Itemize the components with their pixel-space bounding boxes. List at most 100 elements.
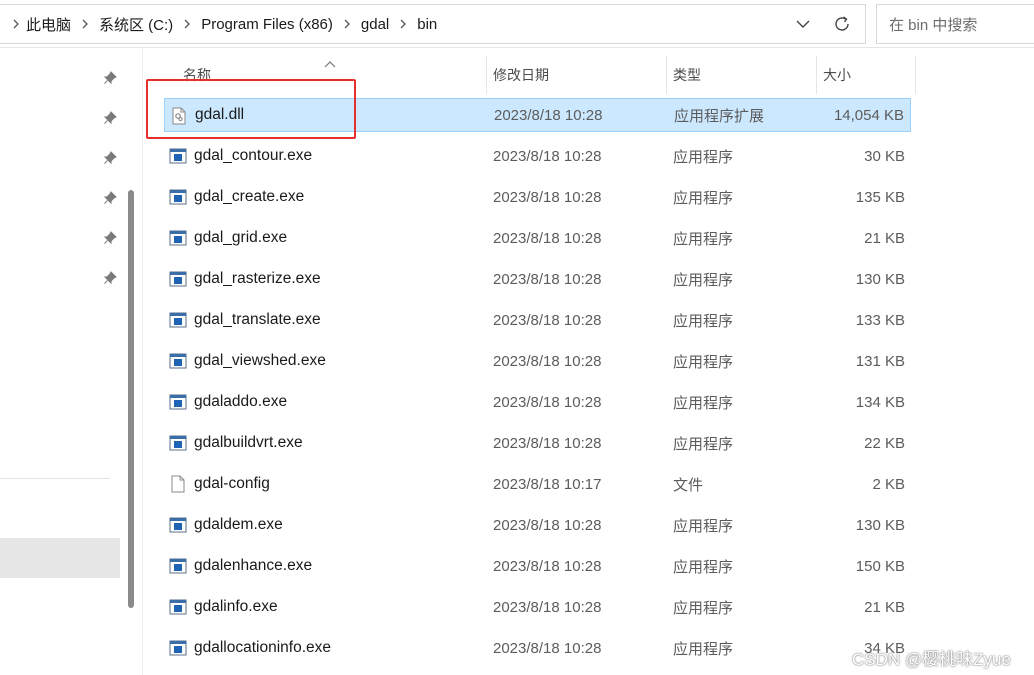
file-size: 2 KB [872,475,905,493]
chevron-down-icon[interactable] [793,14,813,34]
pin-icon[interactable] [103,151,117,165]
column-header-type[interactable]: 类型 [673,56,701,94]
file-type: 应用程序 [673,271,734,289]
file-row[interactable]: gdal_contour.exe 2023/8/18 10:28 应用程序 30 KB [164,139,911,173]
file-type: 应用程序 [673,558,734,576]
file-row[interactable]: gdalinfo.exe 2023/8/18 10:28 应用程序 21 KB [164,590,911,624]
file-row[interactable]: gdallocationinfo.exe 2023/8/18 10:28 应用程序 3… [164,631,911,665]
chevron-right-icon[interactable] [343,18,351,30]
file-name: gdalinfo.exe [194,598,278,615]
nav-selected-item[interactable] [0,538,120,578]
column-divider[interactable] [666,56,667,94]
file-name: gdal_create.exe [194,188,305,205]
file-size: 14,054 KB [833,106,904,124]
file-name: gdal_translate.exe [194,311,321,328]
pane-divider [142,48,143,675]
file-name: gdallocationinfo.exe [194,639,332,656]
exe-file-icon [169,393,187,411]
search-input[interactable]: 在 bin 中搜索 [876,4,1034,44]
file-size: 21 KB [864,229,905,247]
file-type: 应用程序 [673,230,734,248]
file-type: 应用程序 [673,517,734,535]
exe-file-icon [169,147,187,165]
breadcrumb-item-program-files[interactable]: Program Files (x86) [201,16,333,33]
pin-icon[interactable] [103,71,117,85]
refresh-icon[interactable] [831,13,853,35]
column-divider[interactable] [486,56,487,94]
exe-file-icon [169,516,187,534]
chevron-right-icon[interactable] [399,18,407,30]
pin-icon[interactable] [103,231,117,245]
file-size: 22 KB [864,434,905,452]
file-type: 文件 [673,476,704,494]
pin-icon[interactable] [103,111,117,125]
file-row[interactable]: gdaldem.exe 2023/8/18 10:28 应用程序 130 KB [164,508,911,542]
file-modified-date: 2023/8/18 10:28 [494,106,603,124]
breadcrumb-item-system-drive[interactable]: 系统区 (C:) [99,14,173,35]
exe-file-icon [169,639,187,657]
file-name: gdalenhance.exe [194,557,313,574]
chevron-right-icon[interactable] [81,18,89,30]
file-name: gdalbuildvrt.exe [194,434,303,451]
chevron-right-icon[interactable] [183,18,191,30]
file-modified-date: 2023/8/18 10:28 [493,270,602,288]
file-name: gdal_rasterize.exe [194,270,321,287]
exe-file-icon [169,311,187,329]
breadcrumb-item-gdal[interactable]: gdal [361,16,389,33]
file-row[interactable]: gdal_viewshed.exe 2023/8/18 10:28 应用程序 131 … [164,344,911,378]
file-row[interactable]: gdalbuildvrt.exe 2023/8/18 10:28 应用程序 22 KB [164,426,911,460]
file-row[interactable]: gdal-config 2023/8/18 10:17 文件 2 KB [164,467,911,501]
exe-file-icon [169,352,187,370]
column-header-date[interactable]: 修改日期 [493,56,549,94]
navigation-pane [0,48,122,675]
file-size: 30 KB [864,147,905,165]
file-name: gdaladdo.exe [194,393,288,410]
file-type: 应用程序 [673,599,734,617]
nav-divider [0,478,110,479]
file-row[interactable]: gdalenhance.exe 2023/8/18 10:28 应用程序 150 KB [164,549,911,583]
pin-icon[interactable] [103,271,117,285]
file-modified-date: 2023/8/18 10:28 [493,147,602,165]
address-toolbar: 此电脑 系统区 (C:) Program Files (x86) gdal bi… [0,0,1034,48]
file-size: 133 KB [855,311,905,329]
file-modified-date: 2023/8/18 10:28 [493,434,602,452]
file-modified-date: 2023/8/18 10:28 [493,639,602,657]
file-type: 应用程序 [673,312,734,330]
file-row[interactable]: gdal_translate.exe 2023/8/18 10:28 应用程序 133… [164,303,911,337]
breadcrumb-item-bin[interactable]: bin [417,16,437,33]
annotation-highlight-box [146,79,356,139]
file-row[interactable]: gdal_create.exe 2023/8/18 10:28 应用程序 135 KB [164,180,911,214]
exe-file-icon [169,598,187,616]
file-size: 21 KB [864,598,905,616]
exe-file-icon [169,434,187,452]
file-name: gdal_contour.exe [194,147,313,164]
column-divider[interactable] [816,56,817,94]
file-row[interactable]: gdal_grid.exe 2023/8/18 10:28 应用程序 21 KB [164,221,911,255]
file-type: 应用程序 [673,353,734,371]
file-size: 150 KB [855,557,905,575]
sort-ascending-icon [324,56,336,68]
column-divider[interactable] [915,56,916,94]
file-modified-date: 2023/8/18 10:28 [493,188,602,206]
blank-file-icon [169,475,187,493]
breadcrumb-item-this-pc[interactable]: 此电脑 [26,14,71,35]
file-modified-date: 2023/8/18 10:28 [493,352,602,370]
file-size: 131 KB [855,352,905,370]
chevron-right-icon[interactable] [12,18,20,30]
file-name: gdal_viewshed.exe [194,352,326,369]
file-row[interactable]: gdal_rasterize.exe 2023/8/18 10:28 应用程序 130… [164,262,911,296]
column-header-size[interactable]: 大小 [823,56,851,94]
pin-icon[interactable] [103,191,117,205]
exe-file-icon [169,270,187,288]
file-row[interactable]: gdaladdo.exe 2023/8/18 10:28 应用程序 134 KB [164,385,911,419]
file-modified-date: 2023/8/18 10:28 [493,393,602,411]
file-modified-date: 2023/8/18 10:28 [493,557,602,575]
file-modified-date: 2023/8/18 10:17 [493,475,602,493]
exe-file-icon [169,188,187,206]
file-name: gdaldem.exe [194,516,283,533]
nav-scrollbar[interactable] [128,190,134,608]
address-bar[interactable]: 此电脑 系统区 (C:) Program Files (x86) gdal bi… [0,4,866,44]
file-modified-date: 2023/8/18 10:28 [493,598,602,616]
exe-file-icon [169,229,187,247]
file-name: gdal-config [194,475,270,492]
